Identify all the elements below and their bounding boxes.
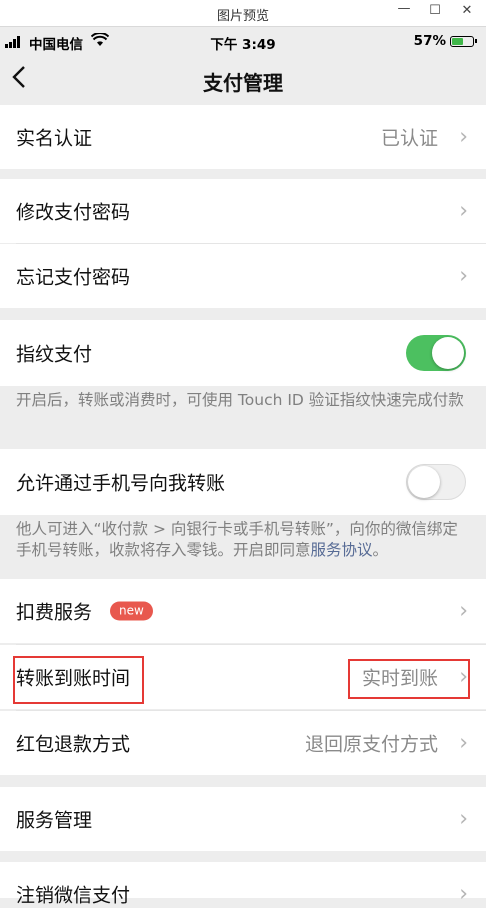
row-value: 退回原支付方式: [304, 733, 438, 756]
row-label: 修改支付密码: [16, 201, 131, 224]
phone-transfer-toggle[interactable]: [406, 464, 466, 500]
battery-icon: [450, 36, 477, 47]
window-titlebar: 图片预览 — ☐ ✕: [0, 0, 486, 27]
note-text: 他人可进入“收付款 > 向银行卡或手机号转账”，向你的微信绑定手机号转账，收款将…: [16, 520, 458, 559]
row-label: 实名认证: [16, 127, 93, 150]
page-title: 支付管理: [203, 71, 283, 95]
row-cancel-wechat-pay[interactable]: 注销微信支付 ›: [0, 862, 486, 907]
row-label: 注销微信支付: [16, 884, 131, 907]
row-label: 忘记支付密码: [16, 266, 131, 289]
highlight-box-value: [348, 659, 470, 699]
row-label: 红包退款方式: [16, 733, 131, 756]
toggle-knob: [432, 337, 464, 369]
chevron-right-icon: ›: [459, 730, 468, 756]
fingerprint-toggle[interactable]: [406, 335, 466, 371]
chevron-right-icon: ›: [459, 598, 468, 624]
note-end: 。: [372, 541, 389, 559]
new-badge: new: [110, 601, 153, 621]
maximize-button[interactable]: ☐: [425, 3, 445, 18]
fingerprint-note: 开启后，转账或消费时，可使用 Touch ID 验证指纹快速完成付款: [16, 391, 464, 409]
chevron-right-icon: ›: [459, 881, 468, 907]
row-label: 指纹支付: [16, 343, 93, 366]
highlight-box-label: [13, 656, 144, 704]
row-label: 服务管理: [16, 809, 93, 832]
row-fingerprint: 指纹支付: [0, 320, 486, 386]
nav-bar: 支付管理: [0, 55, 486, 105]
row-refund-method[interactable]: 红包退款方式 退回原支付方式 ›: [0, 711, 486, 775]
minimize-button[interactable]: —: [394, 1, 414, 16]
service-agreement-link[interactable]: 服务协议: [311, 541, 373, 559]
close-button[interactable]: ✕: [457, 3, 477, 18]
chevron-right-icon: ›: [459, 124, 468, 150]
phone-transfer-note: 他人可进入“收付款 > 向银行卡或手机号转账”，向你的微信绑定手机号转账，收款将…: [16, 519, 466, 561]
row-forgot-password[interactable]: 忘记支付密码 ›: [0, 244, 486, 308]
chevron-right-icon: ›: [459, 806, 468, 832]
row-deduction-service[interactable]: 扣费服务 new ›: [0, 579, 486, 643]
row-phone-transfer: 允许通过手机号向我转账: [0, 449, 486, 515]
row-value: 已认证: [380, 127, 438, 150]
chevron-right-icon: ›: [459, 263, 468, 289]
row-label: 允许通过手机号向我转账: [16, 472, 226, 495]
toggle-knob: [408, 465, 440, 498]
row-real-name[interactable]: 实名认证 已认证 ›: [0, 105, 486, 169]
row-change-password[interactable]: 修改支付密码 ›: [0, 179, 486, 243]
chevron-right-icon: ›: [459, 198, 468, 224]
row-label: 扣费服务: [16, 601, 93, 624]
row-service-management[interactable]: 服务管理 ›: [0, 787, 486, 851]
status-bar: 中国电信 下午 3:49 57%: [0, 27, 486, 55]
battery-percent: 57%: [413, 33, 446, 49]
